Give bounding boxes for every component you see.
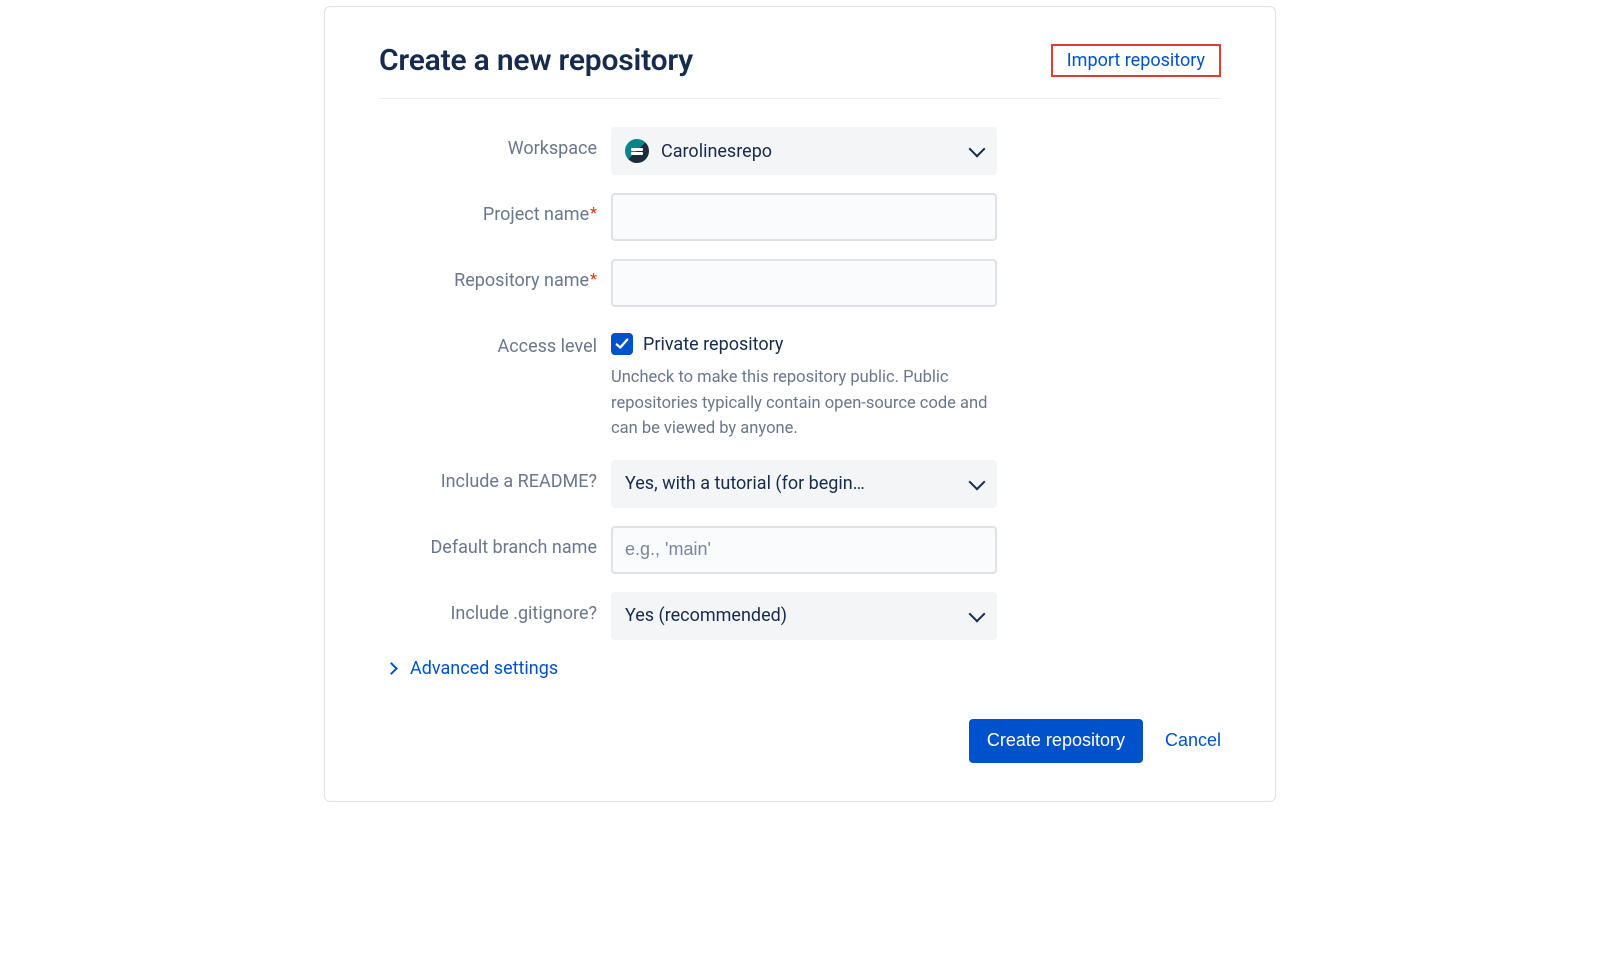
include-readme-label: Include a README? bbox=[379, 460, 611, 493]
private-repository-checkbox[interactable] bbox=[611, 333, 633, 355]
repository-name-label: Repository name* bbox=[379, 259, 611, 292]
row-workspace: Workspace Carolinesrepo bbox=[379, 127, 1221, 175]
check-icon bbox=[615, 337, 629, 351]
chevron-right-icon bbox=[385, 662, 398, 675]
access-level-label: Access level bbox=[379, 325, 611, 358]
include-readme-value: Yes, with a tutorial (for begin… bbox=[625, 473, 963, 494]
chevron-down-icon bbox=[969, 605, 986, 622]
header-row: Create a new repository Import repositor… bbox=[379, 43, 1221, 99]
required-asterisk: * bbox=[590, 269, 597, 288]
import-repository-link[interactable]: Import repository bbox=[1051, 44, 1221, 77]
form-actions: Create repository Cancel bbox=[379, 719, 1221, 763]
access-level-help: Uncheck to make this repository public. … bbox=[611, 365, 997, 442]
chevron-down-icon bbox=[969, 141, 986, 158]
private-checkbox-row: Private repository bbox=[611, 325, 997, 355]
required-asterisk: * bbox=[590, 203, 597, 222]
workspace-avatar-icon bbox=[625, 139, 649, 163]
advanced-settings-label: Advanced settings bbox=[410, 658, 558, 679]
default-branch-label: Default branch name bbox=[379, 526, 611, 559]
cancel-button[interactable]: Cancel bbox=[1165, 730, 1221, 751]
row-include-readme: Include a README? Yes, with a tutorial (… bbox=[379, 460, 1221, 508]
include-readme-select[interactable]: Yes, with a tutorial (for begin… bbox=[611, 460, 997, 508]
default-branch-input[interactable] bbox=[611, 526, 997, 574]
row-repository-name: Repository name* bbox=[379, 259, 1221, 307]
row-include-gitignore: Include .gitignore? Yes (recommended) bbox=[379, 592, 1221, 640]
page-title: Create a new repository bbox=[379, 43, 693, 78]
create-repository-card: Create a new repository Import repositor… bbox=[324, 6, 1276, 802]
row-access-level: Access level Private repository Uncheck … bbox=[379, 325, 1221, 442]
chevron-down-icon bbox=[969, 473, 986, 490]
create-repo-form: Workspace Carolinesrepo Project name* Re… bbox=[379, 127, 1221, 763]
workspace-value: Carolinesrepo bbox=[661, 141, 963, 162]
project-name-input[interactable] bbox=[611, 193, 997, 241]
workspace-label: Workspace bbox=[379, 127, 611, 160]
row-default-branch: Default branch name bbox=[379, 526, 1221, 574]
include-gitignore-value: Yes (recommended) bbox=[625, 605, 963, 626]
include-gitignore-select[interactable]: Yes (recommended) bbox=[611, 592, 997, 640]
include-gitignore-label: Include .gitignore? bbox=[379, 592, 611, 625]
private-checkbox-label: Private repository bbox=[643, 334, 783, 355]
repository-name-input[interactable] bbox=[611, 259, 997, 307]
row-project-name: Project name* bbox=[379, 193, 1221, 241]
workspace-select[interactable]: Carolinesrepo bbox=[611, 127, 997, 175]
create-repository-button[interactable]: Create repository bbox=[969, 719, 1143, 763]
project-name-label: Project name* bbox=[379, 193, 611, 226]
advanced-settings-toggle[interactable]: Advanced settings bbox=[387, 658, 1221, 679]
